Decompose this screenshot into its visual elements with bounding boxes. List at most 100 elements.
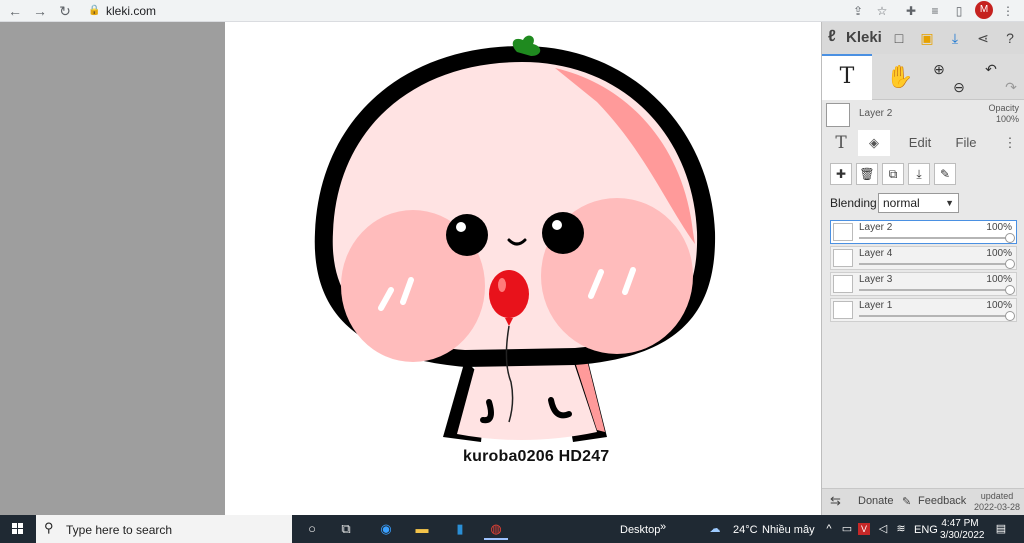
- taskbar: ⚲ Type here to search ○ ⧉ ◉ ▬ ▮ ◍ Deskto…: [0, 515, 1024, 543]
- app-icon[interactable]: ▮: [448, 518, 472, 540]
- notifications-icon[interactable]: ▤: [994, 521, 1008, 537]
- layer-name: Layer 4: [859, 248, 893, 259]
- search-icon: ⚲: [44, 520, 54, 535]
- windows-logo-icon: [12, 523, 23, 534]
- task-view-icon[interactable]: ⧉: [334, 518, 358, 540]
- slider-knob[interactable]: [1005, 233, 1015, 243]
- layer-name: Layer 3: [859, 274, 893, 285]
- layer-item-2[interactable]: Layer 2 100%: [830, 220, 1017, 244]
- file-explorer-icon[interactable]: ▬: [410, 518, 434, 540]
- zoom-in-icon[interactable]: ⊕: [930, 60, 948, 78]
- layer-item-4[interactable]: Layer 4 100%: [830, 246, 1017, 270]
- wifi-icon[interactable]: ≋: [894, 521, 908, 537]
- weather-desc[interactable]: Nhiều mây: [762, 524, 815, 536]
- extensions-icon[interactable]: ✚: [902, 2, 920, 20]
- chevrons-right-icon[interactable]: »: [656, 519, 670, 535]
- kleki-logo-icon: ℓ: [828, 28, 836, 45]
- search-placeholder: Type here to search: [66, 523, 173, 537]
- feedback-link[interactable]: Feedback: [918, 495, 966, 507]
- layer-thumbnail: [826, 103, 850, 127]
- share-icon[interactable]: ⋖: [972, 27, 994, 49]
- drawing-canvas[interactable]: kuroba0206 HD247: [225, 22, 821, 515]
- workspace: kuroba0206 HD247: [0, 22, 821, 515]
- swap-icon[interactable]: ⇆: [830, 493, 841, 509]
- lock-icon[interactable]: 🔒: [88, 4, 100, 18]
- blending-select[interactable]: normal ▼: [878, 193, 959, 213]
- updated-label: updated: [980, 491, 1014, 501]
- slider-knob[interactable]: [1005, 259, 1015, 269]
- back-icon[interactable]: ←: [6, 2, 24, 20]
- layer-thumbnail: [833, 223, 853, 241]
- help-icon[interactable]: ?: [999, 27, 1021, 49]
- save-icon[interactable]: ▣: [916, 27, 938, 49]
- new-image-icon[interactable]: □: [888, 27, 910, 49]
- tab-edit[interactable]: Edit: [898, 130, 942, 156]
- donate-link[interactable]: Donate: [858, 495, 893, 507]
- taskbar-search[interactable]: ⚲ Type here to search: [36, 515, 292, 543]
- layer-opacity-slider[interactable]: [859, 259, 1015, 269]
- desktop-toolbar-label[interactable]: Desktop: [620, 524, 660, 536]
- layer-toolbar: ✚ 🗑 ⧉ ⤓ ✎: [822, 160, 1024, 188]
- download-icon[interactable]: ⤓: [944, 27, 966, 49]
- weather-cloud-icon[interactable]: ☁: [708, 521, 722, 537]
- layer-thumbnail: [833, 275, 853, 293]
- slider-knob[interactable]: [1005, 285, 1015, 295]
- layer-opacity-slider[interactable]: [859, 311, 1015, 321]
- peach-character-drawing: [314, 35, 716, 442]
- feedback-icon[interactable]: ✎: [902, 495, 911, 508]
- undo-icon[interactable]: ↶: [982, 60, 1000, 78]
- duplicate-layer-icon[interactable]: ⧉: [882, 163, 904, 185]
- opacity-readout: Opacity 100%: [985, 103, 1019, 125]
- profile-avatar[interactable]: M: [975, 1, 993, 19]
- slider-knob[interactable]: [1005, 311, 1015, 321]
- delete-layer-icon[interactable]: 🗑: [856, 163, 878, 185]
- tab-file[interactable]: File: [946, 130, 986, 156]
- layer-item-1[interactable]: Layer 1 100%: [830, 298, 1017, 322]
- more-menu-icon[interactable]: ⋮: [999, 2, 1017, 20]
- add-layer-icon[interactable]: ✚: [830, 163, 852, 185]
- edge-icon[interactable]: ◉: [374, 518, 398, 540]
- layer-name: Layer 1: [859, 300, 893, 311]
- reading-list-icon[interactable]: ≡: [926, 2, 944, 20]
- reload-icon[interactable]: ↻: [56, 2, 74, 20]
- layer-opacity: 100%: [986, 274, 1012, 285]
- zoom-out-icon[interactable]: ⊖: [950, 78, 968, 96]
- hand-tool-icon[interactable]: ✋: [880, 60, 920, 94]
- address-bar[interactable]: kleki.com: [106, 3, 156, 19]
- redo-icon[interactable]: ↷: [1002, 78, 1020, 96]
- canvas-caption: kuroba0206 HD247: [463, 448, 610, 465]
- updated-info: updated 2022-03-28: [972, 491, 1022, 513]
- clock[interactable]: 4:47 PM 3/30/2022: [940, 518, 985, 542]
- layer-opacity: 100%: [986, 300, 1012, 311]
- speaker-icon[interactable]: ◁: [876, 521, 890, 537]
- layer-opacity-slider[interactable]: [859, 233, 1015, 243]
- tool-panel: ℓ Kleki □ ▣ ⤓ ⋖ ? T ✋ ⊕ ⊖ ↶ ↷ Layer 2 Op…: [821, 22, 1024, 515]
- text-tool-button[interactable]: T: [822, 54, 872, 100]
- blending-row: Blending normal ▼: [822, 192, 1024, 214]
- more-icon[interactable]: ⋮: [1002, 130, 1018, 156]
- weather-temp[interactable]: 24°C: [733, 524, 758, 536]
- rename-layer-icon[interactable]: ✎: [934, 163, 956, 185]
- blending-value: normal: [883, 196, 920, 210]
- battery-icon[interactable]: ▭: [840, 521, 854, 537]
- bookmark-star-icon[interactable]: ☆: [873, 2, 891, 20]
- merge-layer-icon[interactable]: ⤓: [908, 163, 930, 185]
- layers-icon: ◈: [869, 135, 879, 150]
- layer-list: Layer 2 100% Layer 4 100% Layer 3 100% L…: [822, 220, 1024, 330]
- current-layer-name: Layer 2: [859, 108, 893, 119]
- share-icon[interactable]: ⇪: [849, 2, 867, 20]
- cortana-icon[interactable]: ○: [300, 518, 324, 540]
- tab-text-tool[interactable]: T: [826, 130, 856, 156]
- layer-item-3[interactable]: Layer 3 100%: [830, 272, 1017, 296]
- panel-footer: ⇆ Donate ✎ Feedback updated 2022-03-28: [822, 488, 1024, 515]
- language-indicator[interactable]: ENG: [914, 524, 938, 536]
- tab-layers[interactable]: ◈: [858, 130, 890, 156]
- chevron-up-icon[interactable]: ^: [822, 521, 836, 537]
- antivirus-icon[interactable]: V: [858, 523, 870, 535]
- blending-label: Blending: [830, 196, 877, 210]
- windows-start-button[interactable]: [0, 515, 36, 543]
- chrome-icon[interactable]: ◍: [484, 518, 508, 540]
- layer-opacity-slider[interactable]: [859, 285, 1015, 295]
- forward-icon[interactable]: →: [31, 2, 49, 20]
- side-panel-icon[interactable]: ▯: [950, 2, 968, 20]
